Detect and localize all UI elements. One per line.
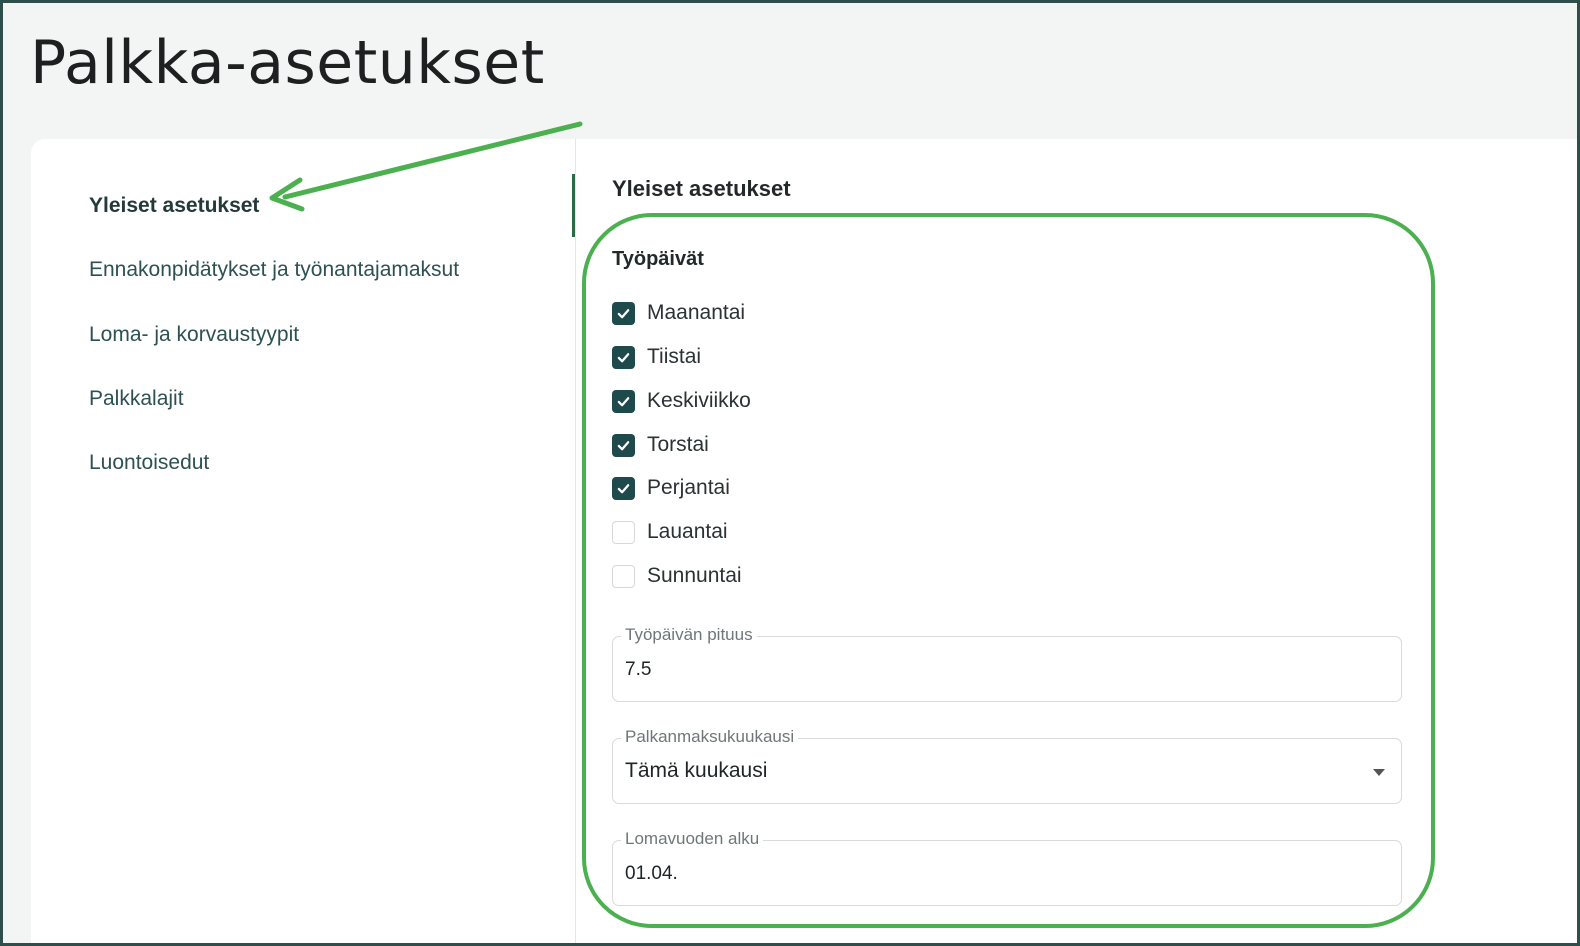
sidebar-item-general-settings[interactable]: Yleiset asetukset <box>89 194 259 218</box>
checkbox-friday[interactable]: Perjantai <box>612 475 730 501</box>
holiday-year-start-input[interactable] <box>625 863 1325 885</box>
section-title: Yleiset asetukset <box>612 176 791 201</box>
payment-month-label: Palkanmaksukuukausi <box>621 727 799 747</box>
checkbox-label: Lauantai <box>647 520 728 543</box>
workdays-title: Työpäivät <box>612 248 704 270</box>
checkbox-tuesday-box[interactable] <box>612 345 635 369</box>
holiday-year-start-field[interactable]: Lomavuoden alku <box>612 829 1402 906</box>
checkbox-sunday-box[interactable] <box>612 564 635 588</box>
checkbox-label: Perjantai <box>647 476 730 499</box>
workday-length-input[interactable] <box>625 659 1325 681</box>
checkbox-saturday-box[interactable] <box>612 520 635 544</box>
checkbox-label: Keskiviikko <box>647 389 751 412</box>
checkbox-label: Tiistai <box>647 345 702 368</box>
check-icon <box>617 308 630 318</box>
workday-length-label: Työpäivän pituus <box>621 625 757 645</box>
sidebar-item-leave-types[interactable]: Loma- ja korvaustyypit <box>89 323 299 347</box>
payment-month-select[interactable]: Palkanmaksukuukausi Tämä kuukausi <box>612 727 1402 804</box>
checkbox-label: Sunnuntai <box>647 564 742 587</box>
checkbox-thursday[interactable]: Torstai <box>612 432 709 458</box>
checkbox-saturday[interactable]: Lauantai <box>612 519 728 545</box>
checkbox-friday-box[interactable] <box>612 476 635 500</box>
check-icon <box>617 352 630 362</box>
checkbox-wednesday-box[interactable] <box>612 389 635 413</box>
checkbox-tuesday[interactable]: Tiistai <box>612 344 701 370</box>
check-icon <box>617 440 630 450</box>
checkbox-thursday-box[interactable] <box>612 433 635 457</box>
checkbox-monday[interactable]: Maanantai <box>612 300 745 326</box>
payment-month-value[interactable]: Tämä kuukausi <box>625 759 1325 783</box>
page-title: Palkka-asetukset <box>30 28 545 98</box>
workday-length-field[interactable]: Työpäivän pituus <box>612 625 1402 702</box>
checkbox-sunday[interactable]: Sunnuntai <box>612 563 742 589</box>
checkbox-monday-box[interactable] <box>612 301 635 325</box>
checkbox-label: Maanantai <box>647 301 746 324</box>
holiday-year-start-label: Lomavuoden alku <box>621 829 764 849</box>
chevron-down-icon[interactable] <box>1373 769 1385 776</box>
check-icon <box>617 483 630 493</box>
active-indicator <box>572 174 575 237</box>
checkbox-wednesday[interactable]: Keskiviikko <box>612 388 751 414</box>
checkbox-label: Torstai <box>647 433 709 456</box>
sidebar-item-pay-types[interactable]: Palkkalajit <box>89 387 184 411</box>
sidebar-item-withholdings[interactable]: Ennakonpidätykset ja työnantajamaksut <box>89 258 459 282</box>
sidebar-item-benefits-in-kind[interactable]: Luontoisedut <box>89 451 209 475</box>
check-icon <box>617 396 630 406</box>
